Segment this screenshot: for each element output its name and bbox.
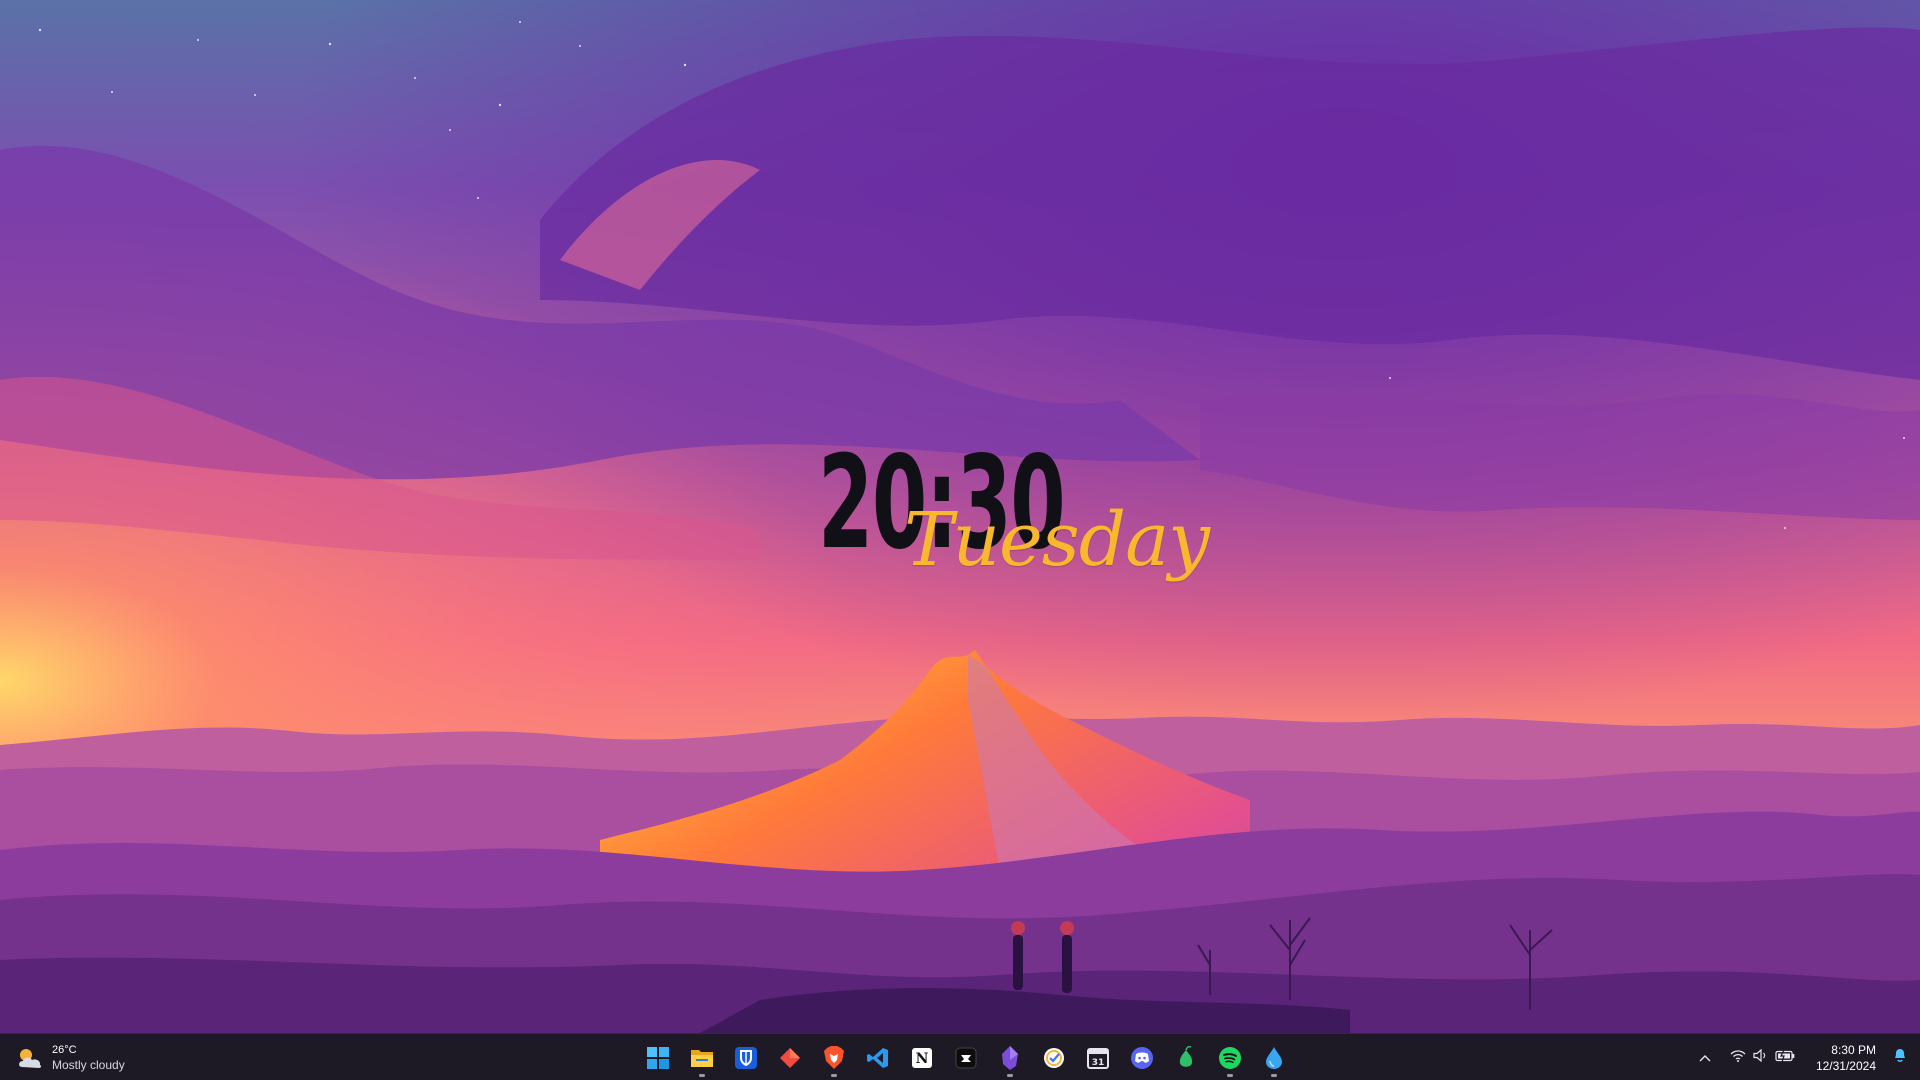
windows-start-icon (646, 1046, 670, 1070)
partly-cloudy-icon (16, 1046, 44, 1070)
taskbar-obsidian[interactable] (988, 1034, 1032, 1080)
svg-text:N: N (916, 1051, 929, 1067)
taskbar-spotify[interactable] (1208, 1034, 1252, 1080)
system-tray: 8:30 PM 12/31/2024 (1692, 1034, 1920, 1080)
running-indicator (1271, 1074, 1277, 1077)
running-indicator (1007, 1074, 1013, 1077)
weather-condition: Mostly cloudy (52, 1058, 125, 1072)
taskbar: 26°C Mostly cloudy N 31 8:30 PM 12/31/20… (0, 1033, 1920, 1080)
obsidian-icon (998, 1045, 1022, 1070)
taskbar-bitwarden[interactable] (724, 1034, 768, 1080)
calendar-icon: 31 (1086, 1046, 1110, 1070)
taskbar-green-pear-app[interactable] (1164, 1034, 1208, 1080)
red-diamond-app-icon (778, 1046, 802, 1070)
taskbar-droplet-app[interactable] (1252, 1034, 1296, 1080)
running-indicator (699, 1074, 705, 1077)
weather-temperature: 26°C (52, 1044, 77, 1056)
volume-button[interactable] (1750, 1034, 1772, 1080)
taskbar-file-explorer[interactable] (680, 1034, 724, 1080)
dark-app-icon (954, 1046, 978, 1070)
running-indicator (1227, 1074, 1233, 1077)
show-hidden-icons-button[interactable] (1692, 1034, 1718, 1080)
taskbar-ticktick[interactable] (1032, 1034, 1076, 1080)
file-explorer-icon (690, 1046, 714, 1070)
vscode-icon (866, 1046, 890, 1070)
calendar-day-number: 31 (1092, 1058, 1105, 1068)
taskbar-apps: N 31 (636, 1034, 1296, 1080)
battery-button[interactable] (1772, 1034, 1798, 1080)
wifi-icon (1730, 1049, 1746, 1067)
bitwarden-icon (734, 1046, 758, 1070)
running-indicator (831, 1074, 837, 1077)
taskbar-notion[interactable]: N (900, 1034, 944, 1080)
ticktick-icon (1042, 1046, 1066, 1070)
taskbar-clock[interactable]: 8:30 PM 12/31/2024 (1816, 1042, 1876, 1074)
green-pear-icon (1174, 1045, 1198, 1070)
spotify-icon (1218, 1046, 1242, 1070)
taskbar-red-diamond-app[interactable] (768, 1034, 812, 1080)
weather-widget[interactable]: 26°C Mostly cloudy (16, 1042, 125, 1074)
brave-browser-icon (822, 1045, 846, 1070)
clock-day-of-week: Tuesday (904, 497, 1210, 583)
taskbar-date: 12/31/2024 (1815, 1058, 1876, 1073)
notifications-button[interactable] (1886, 1034, 1914, 1080)
taskbar-calendar[interactable]: 31 (1076, 1034, 1120, 1080)
chevron-up-icon (1699, 1049, 1711, 1067)
taskbar-dark-app[interactable] (944, 1034, 988, 1080)
taskbar-discord[interactable] (1120, 1034, 1164, 1080)
notion-icon: N (910, 1046, 934, 1070)
bell-icon (1893, 1047, 1907, 1068)
taskbar-time: 8:30 PM (1831, 1042, 1876, 1057)
battery-charging-icon (1775, 1049, 1795, 1067)
taskbar-vscode[interactable] (856, 1034, 900, 1080)
network-button[interactable] (1726, 1034, 1750, 1080)
desktop-clock-widget: 20:30 Tuesday (818, 440, 1210, 600)
start-button[interactable] (636, 1034, 680, 1080)
droplet-icon (1262, 1046, 1286, 1070)
speaker-icon (1753, 1048, 1768, 1067)
taskbar-brave[interactable] (812, 1034, 856, 1080)
discord-icon (1130, 1046, 1154, 1070)
